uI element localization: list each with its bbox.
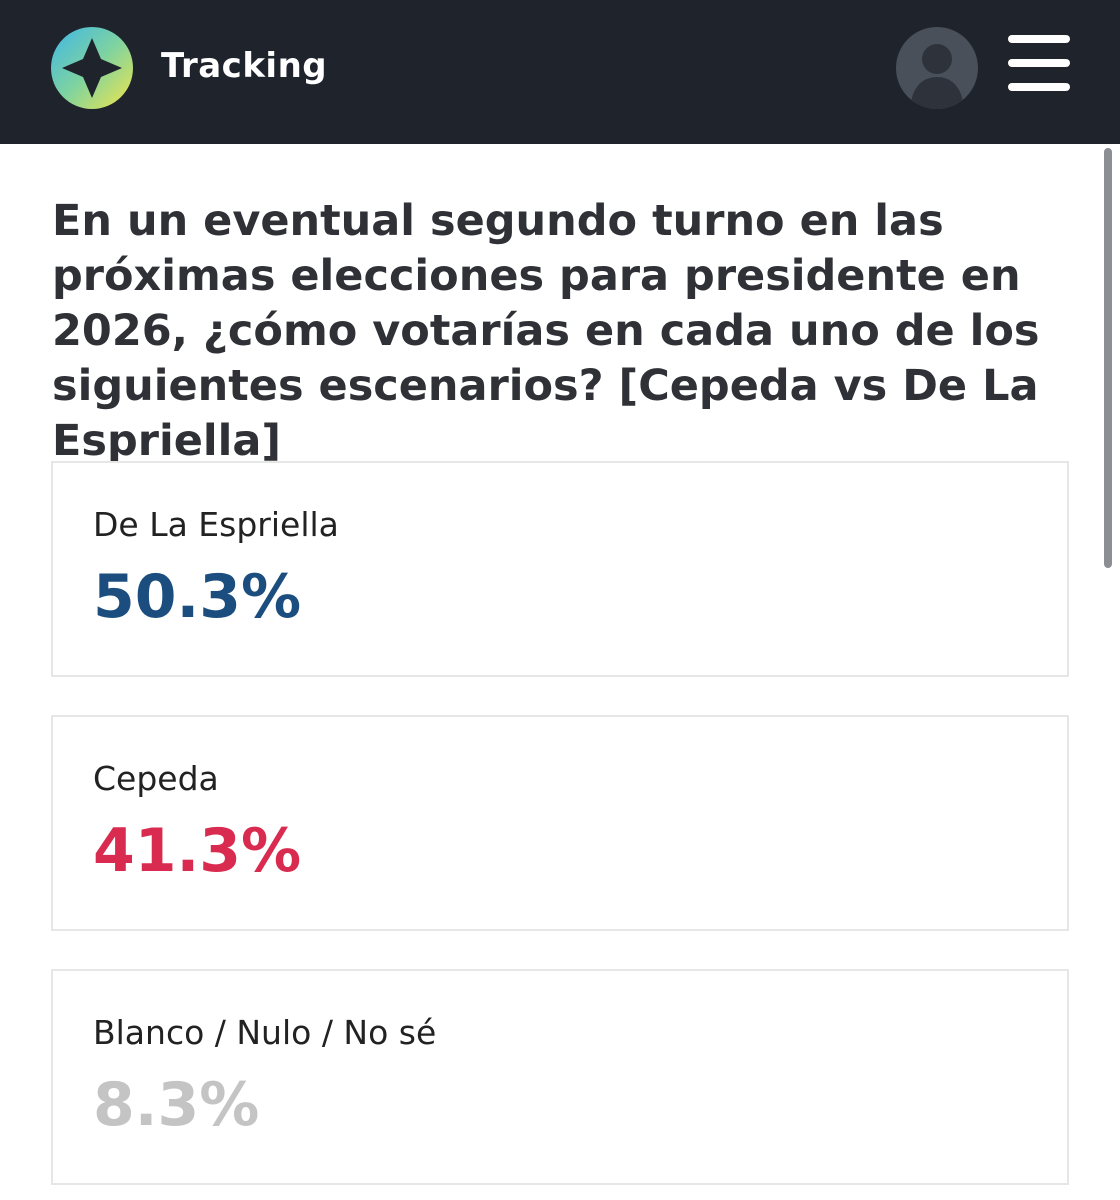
top-navigation-bar: Tracking bbox=[0, 0, 1120, 144]
result-label: De La Espriella bbox=[93, 505, 339, 544]
poll-question: En un eventual segundo turno en las próx… bbox=[52, 196, 1040, 466]
result-card: De La Espriella 50.3% bbox=[51, 461, 1069, 677]
result-card: Cepeda 41.3% bbox=[51, 715, 1069, 931]
menu-line bbox=[1008, 59, 1070, 67]
result-value: 41.3% bbox=[93, 816, 302, 886]
app-title: Tracking bbox=[161, 46, 328, 86]
compass-star-icon[interactable] bbox=[50, 26, 134, 110]
user-silhouette-icon[interactable] bbox=[896, 27, 978, 109]
scrollbar[interactable] bbox=[1104, 148, 1112, 568]
hamburger-menu-icon[interactable] bbox=[1008, 35, 1070, 91]
result-label: Blanco / Nulo / No sé bbox=[93, 1013, 437, 1052]
result-label: Cepeda bbox=[93, 759, 219, 798]
result-value: 8.3% bbox=[93, 1070, 260, 1140]
result-card: Blanco / Nulo / No sé 8.3% bbox=[51, 969, 1069, 1185]
menu-line bbox=[1008, 83, 1070, 91]
menu-line bbox=[1008, 35, 1070, 43]
result-value: 50.3% bbox=[93, 562, 302, 632]
